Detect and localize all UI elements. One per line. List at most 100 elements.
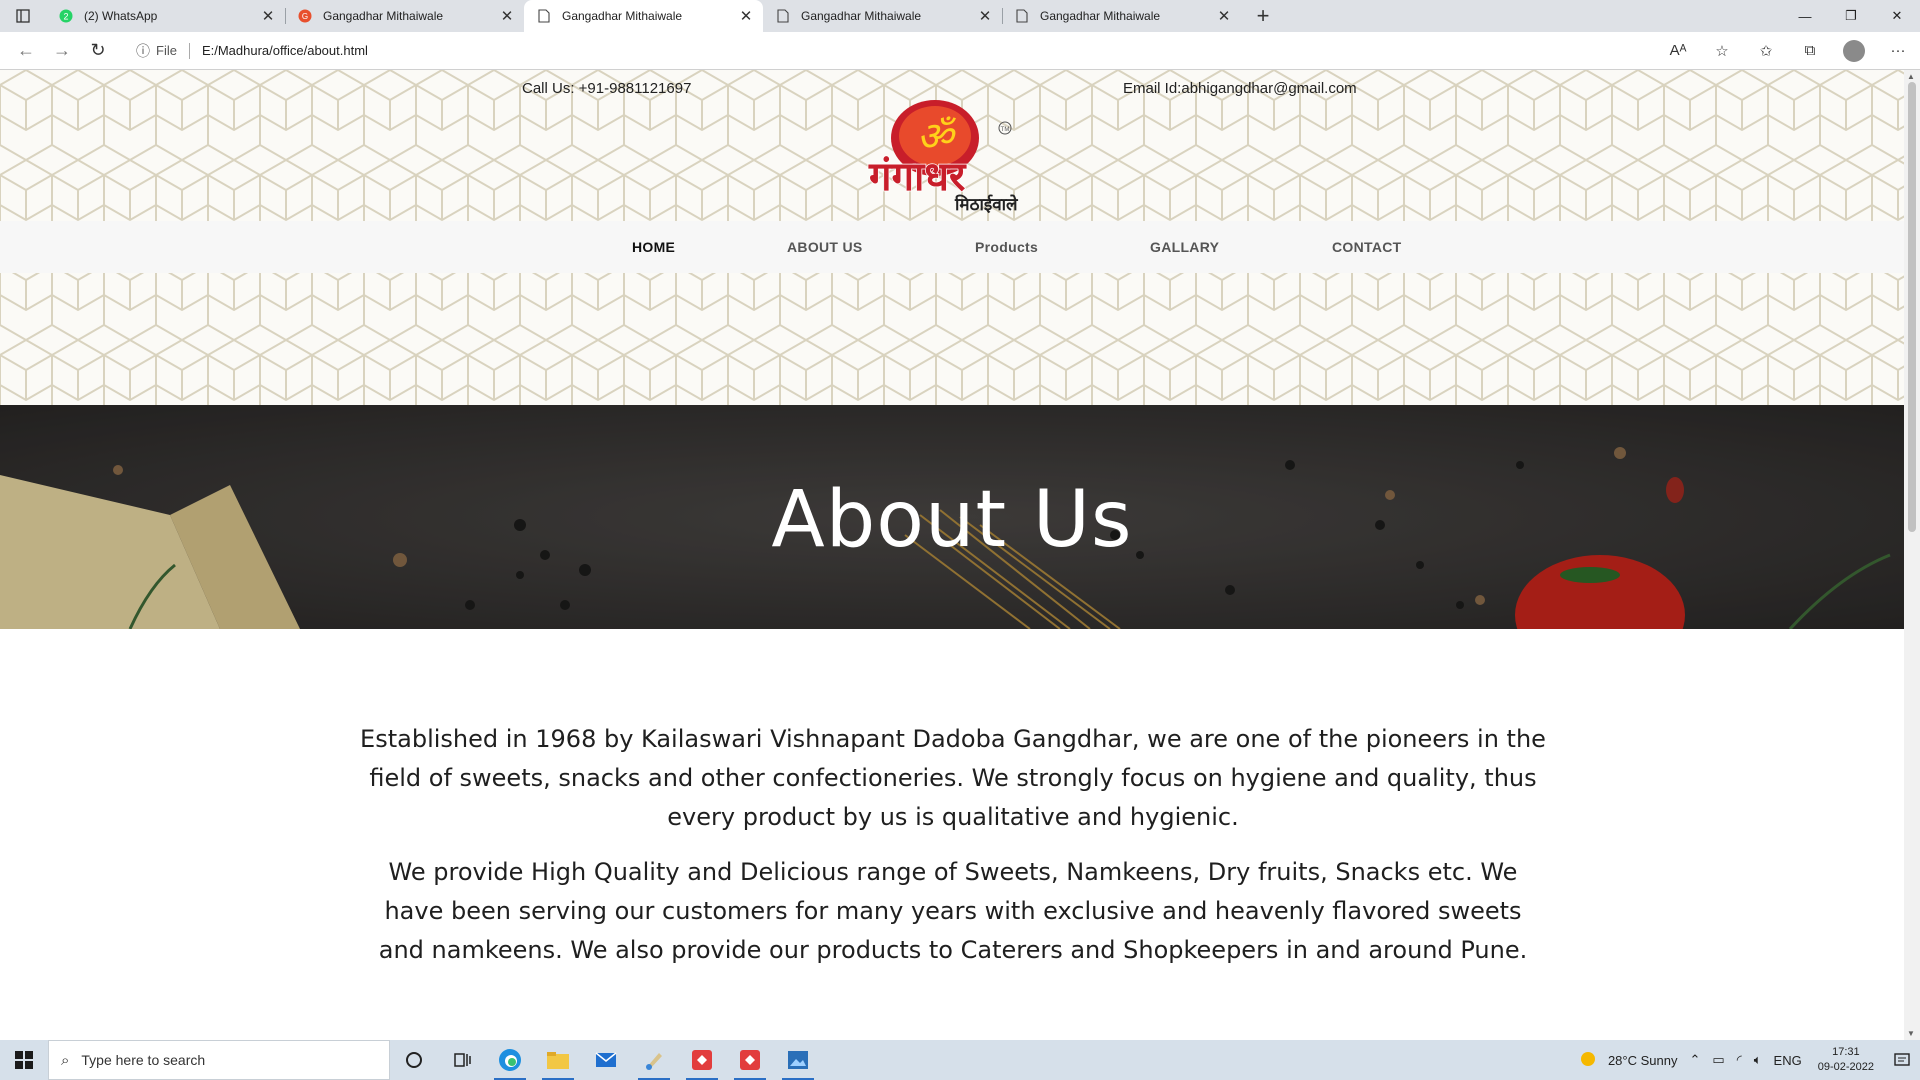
svg-text:2: 2: [63, 12, 68, 22]
page-title: About Us: [771, 475, 1133, 565]
weather-text[interactable]: 28°C Sunny: [1608, 1053, 1678, 1068]
window-controls: — ❐ ✕: [1782, 0, 1920, 32]
task-view-icon: [454, 1053, 471, 1067]
scroll-up-icon[interactable]: ▲: [1907, 72, 1915, 81]
page-icon: [1014, 8, 1030, 24]
system-tray: 28°C Sunny ⌃ ▭ ◜ 🔈︎ ENG 17:31 09-02-2022: [1574, 1040, 1920, 1080]
refresh-icon[interactable]: ↻: [80, 36, 116, 66]
windows-taskbar: ⌕ Type here to search 28°C Sunny ⌃ ▭ ◜ 🔈…: [0, 1040, 1920, 1080]
tab-title: Gangadhar Mithaiwale: [562, 9, 683, 23]
restore-icon[interactable]: ❐: [1828, 0, 1874, 32]
taskbar-file-explorer[interactable]: [534, 1040, 582, 1080]
browser-tab-strip: 2 (2) WhatsApp ✕ G Gangadhar Mithaiwale …: [0, 0, 1920, 32]
taskbar-anydesk-1[interactable]: [678, 1040, 726, 1080]
tab-title: Gangadhar Mithaiwale: [1040, 9, 1161, 23]
whatsapp-icon: 2: [58, 8, 74, 24]
cortana-icon: [406, 1052, 422, 1068]
nav-products[interactable]: Products: [975, 239, 1038, 255]
scroll-down-icon[interactable]: ▼: [1907, 1029, 1915, 1038]
gangadhar-logo-icon: ॐ गंगाधर मिठाईवाले TM: [867, 100, 1019, 215]
page-icon: [775, 8, 791, 24]
taskbar-search-box[interactable]: ⌕ Type here to search: [48, 1040, 390, 1080]
address-bar[interactable]: ⓘ File E:/Madhura/office/about.html: [126, 36, 1626, 66]
tab-title: (2) WhatsApp: [84, 9, 158, 23]
tab-title: Gangadhar Mithaiwale: [801, 9, 922, 23]
site-logo-icon: G: [297, 8, 313, 24]
browser-tab-active[interactable]: Gangadhar Mithaiwale ✕: [524, 0, 763, 32]
new-tab-button[interactable]: +: [1245, 0, 1281, 32]
network-icon[interactable]: ◜: [1737, 1052, 1742, 1068]
clock-date: 09-02-2022: [1817, 1061, 1874, 1073]
folder-icon: [547, 1052, 569, 1069]
search-icon: ⌕: [61, 1051, 70, 1069]
back-arrow-icon[interactable]: ←: [8, 36, 44, 66]
logo-script-text: गंगाधर: [868, 154, 967, 200]
taskbar-anydesk-2[interactable]: [726, 1040, 774, 1080]
search-placeholder: Type here to search: [81, 1052, 206, 1068]
info-icon[interactable]: ⓘ: [136, 41, 150, 61]
close-icon[interactable]: ✕: [737, 7, 755, 25]
taskbar-photos[interactable]: [774, 1040, 822, 1080]
clock-time: 17:31: [1832, 1046, 1860, 1058]
about-banner: About Us: [0, 405, 1904, 629]
close-icon[interactable]: ✕: [1215, 7, 1233, 25]
volume-icon[interactable]: 🔈︎: [1754, 1052, 1762, 1068]
photos-icon: [788, 1051, 808, 1069]
about-paragraph: We provide High Quality and Delicious ra…: [378, 858, 1528, 964]
minimize-icon[interactable]: —: [1782, 0, 1828, 32]
site-logo[interactable]: ॐ गंगाधर मिठाईवाले TM: [855, 98, 1045, 218]
scrollbar-thumb[interactable]: [1908, 82, 1916, 532]
close-icon[interactable]: ✕: [976, 7, 994, 25]
browser-tab[interactable]: 2 (2) WhatsApp ✕: [46, 0, 285, 32]
taskbar-edge[interactable]: [486, 1040, 534, 1080]
browser-tab[interactable]: Gangadhar Mithaiwale ✕: [1002, 0, 1241, 32]
chevron-up-icon[interactable]: ⌃: [1689, 1052, 1700, 1068]
browser-tab[interactable]: Gangadhar Mithaiwale ✕: [763, 0, 1002, 32]
url-text[interactable]: E:/Madhura/office/about.html: [202, 43, 368, 58]
toolbar-actions: Aᴬ ☆ ✩ ⧉ ···: [1656, 39, 1920, 62]
call-us-text: Call Us: +91-9881121697: [522, 80, 692, 97]
remote-desktop-icon: [740, 1050, 760, 1070]
profile-avatar[interactable]: [1843, 39, 1865, 62]
taskbar-clock[interactable]: 17:31 09-02-2022: [1818, 1045, 1874, 1075]
taskbar-mail[interactable]: [582, 1040, 630, 1080]
browser-toolbar: ← → ↻ ⓘ File E:/Madhura/office/about.htm…: [0, 32, 1920, 70]
browser-tab[interactable]: G Gangadhar Mithaiwale ✕: [285, 0, 524, 32]
cortana-button[interactable]: [390, 1040, 438, 1080]
nav-about-us[interactable]: ABOUT US: [787, 239, 863, 255]
paint-icon: [646, 1053, 662, 1070]
about-paragraph: Established in 1968 by Kailaswari Vishna…: [360, 725, 1546, 831]
language-indicator[interactable]: ENG: [1774, 1053, 1802, 1068]
page-scrollbar[interactable]: ▲ ▼: [1904, 70, 1920, 1040]
scheme-label: File: [156, 43, 177, 58]
battery-icon[interactable]: ▭: [1712, 1052, 1724, 1068]
tab-actions-button[interactable]: [0, 0, 46, 32]
close-icon[interactable]: ✕: [259, 7, 277, 25]
weather-icon[interactable]: [1580, 1051, 1596, 1070]
close-icon[interactable]: ✕: [498, 7, 516, 25]
taskbar-paint[interactable]: [630, 1040, 678, 1080]
forward-arrow-icon[interactable]: →: [44, 36, 80, 66]
start-button[interactable]: [0, 1051, 48, 1069]
favorites-icon[interactable]: ✩: [1744, 42, 1788, 60]
tab-title: Gangadhar Mithaiwale: [323, 9, 444, 23]
read-aloud-icon[interactable]: Aᴬ: [1656, 42, 1700, 59]
page-icon: [536, 8, 552, 24]
svg-text:G: G: [302, 12, 308, 21]
nav-contact[interactable]: CONTACT: [1332, 239, 1402, 255]
add-favorite-icon[interactable]: ☆: [1700, 42, 1744, 60]
edge-browser-icon: [499, 1049, 521, 1071]
address-divider: [188, 42, 190, 59]
notifications-button[interactable]: [1884, 1052, 1920, 1068]
collections-icon[interactable]: ⧉: [1788, 42, 1832, 59]
task-view-button[interactable]: [438, 1040, 486, 1080]
page-viewport: Call Us: +91-9881121697 Email Id:abhigan…: [0, 70, 1904, 1040]
email-text: Email Id:abhigangdhar@gmail.com: [1123, 80, 1357, 97]
main-navigation: HOME ABOUT US Products GALLARY CONTACT: [0, 221, 1904, 273]
nav-home[interactable]: HOME: [632, 239, 675, 255]
logo-sub-text: मिठाईवाले: [954, 194, 1019, 215]
close-window-icon[interactable]: ✕: [1874, 0, 1920, 32]
remote-desktop-icon: [692, 1050, 712, 1070]
nav-gallary[interactable]: GALLARY: [1150, 239, 1219, 255]
more-menu-icon[interactable]: ···: [1876, 42, 1920, 59]
